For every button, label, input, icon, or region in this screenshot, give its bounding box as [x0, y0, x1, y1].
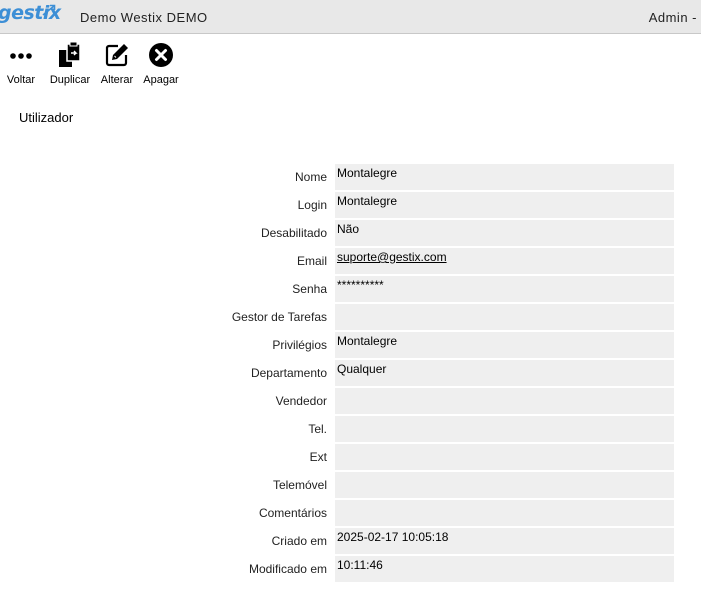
field-label: Vendedor	[275, 394, 327, 408]
field-row-task-manager: Gestor de Tarefas	[0, 304, 701, 330]
back-button[interactable]: Voltar	[5, 42, 37, 86]
edit-label: Alterar	[100, 74, 134, 86]
field-row-phone: Tel.	[0, 416, 701, 442]
field-label: Telemóvel	[272, 478, 327, 492]
field-label: Email	[296, 254, 327, 268]
seller-value	[335, 388, 674, 414]
modified-value: 10:11:46	[335, 556, 674, 582]
field-label: Login	[297, 198, 327, 212]
field-row-email: Email suporte@gestix.com	[0, 248, 701, 274]
password-value: **********	[335, 276, 674, 302]
edit-icon	[105, 44, 128, 67]
field-row-disabled: Desabilitado Não	[0, 220, 701, 246]
field-row-department: Departamento Qualquer	[0, 360, 701, 386]
field-row-password: Senha **********	[0, 276, 701, 302]
field-label: Desabilitado	[260, 226, 327, 240]
field-label: Privilégios	[272, 338, 327, 352]
phone-value	[335, 416, 674, 442]
created-value: 2025-02-17 10:05:18	[335, 528, 674, 554]
field-label: Criado em	[271, 534, 327, 548]
ext-value	[335, 444, 674, 470]
login-value: Montalegre	[335, 192, 674, 218]
back-label: Voltar	[6, 74, 36, 86]
more-dots-icon	[10, 53, 32, 59]
delete-button[interactable]: Apagar	[142, 42, 180, 86]
logo-swoosh-icon	[42, 4, 56, 16]
app-title: Demo Westix DEMO	[80, 10, 208, 25]
duplicate-button[interactable]: Duplicar	[48, 42, 92, 86]
duplicate-label: Duplicar	[49, 74, 91, 86]
field-row-mobile: Telemóvel	[0, 472, 701, 498]
delete-label: Apagar	[143, 74, 179, 86]
privileges-value: Montalegre	[335, 332, 674, 358]
email-link[interactable]: suporte@gestix.com	[335, 248, 674, 274]
field-row-seller: Vendedor	[0, 388, 701, 414]
field-label: Gestor de Tarefas	[231, 310, 327, 324]
user-menu[interactable]: Admin -	[649, 10, 697, 25]
field-row-privileges: Privilégios Montalegre	[0, 332, 701, 358]
top-bar: gestix Demo Westix DEMO Admin -	[0, 0, 701, 34]
section-title: Utilizador	[19, 110, 74, 125]
duplicate-icon	[59, 42, 81, 67]
field-row-modified: Modificado em 10:11:46	[0, 556, 701, 582]
field-label: Tel.	[308, 422, 327, 436]
department-value: Qualquer	[335, 360, 674, 386]
comments-value	[335, 500, 674, 526]
field-row-name: Nome Montalegre	[0, 164, 701, 190]
field-label: Departamento	[250, 366, 327, 380]
mobile-value	[335, 472, 674, 498]
field-row-ext: Ext	[0, 444, 701, 470]
field-label: Comentários	[258, 506, 327, 520]
field-row-comments: Comentários	[0, 500, 701, 526]
edit-button[interactable]: Alterar	[99, 42, 135, 86]
field-label: Ext	[309, 450, 327, 464]
field-label: Senha	[292, 282, 327, 296]
field-row-created: Criado em 2025-02-17 10:05:18	[0, 528, 701, 554]
field-label: Modificado em	[248, 562, 327, 576]
field-label: Nome	[294, 170, 327, 184]
disabled-value: Não	[335, 220, 674, 246]
delete-circle-icon	[149, 43, 173, 67]
field-row-login: Login Montalegre	[0, 192, 701, 218]
name-value: Montalegre	[335, 164, 674, 190]
task-manager-value	[335, 304, 674, 330]
